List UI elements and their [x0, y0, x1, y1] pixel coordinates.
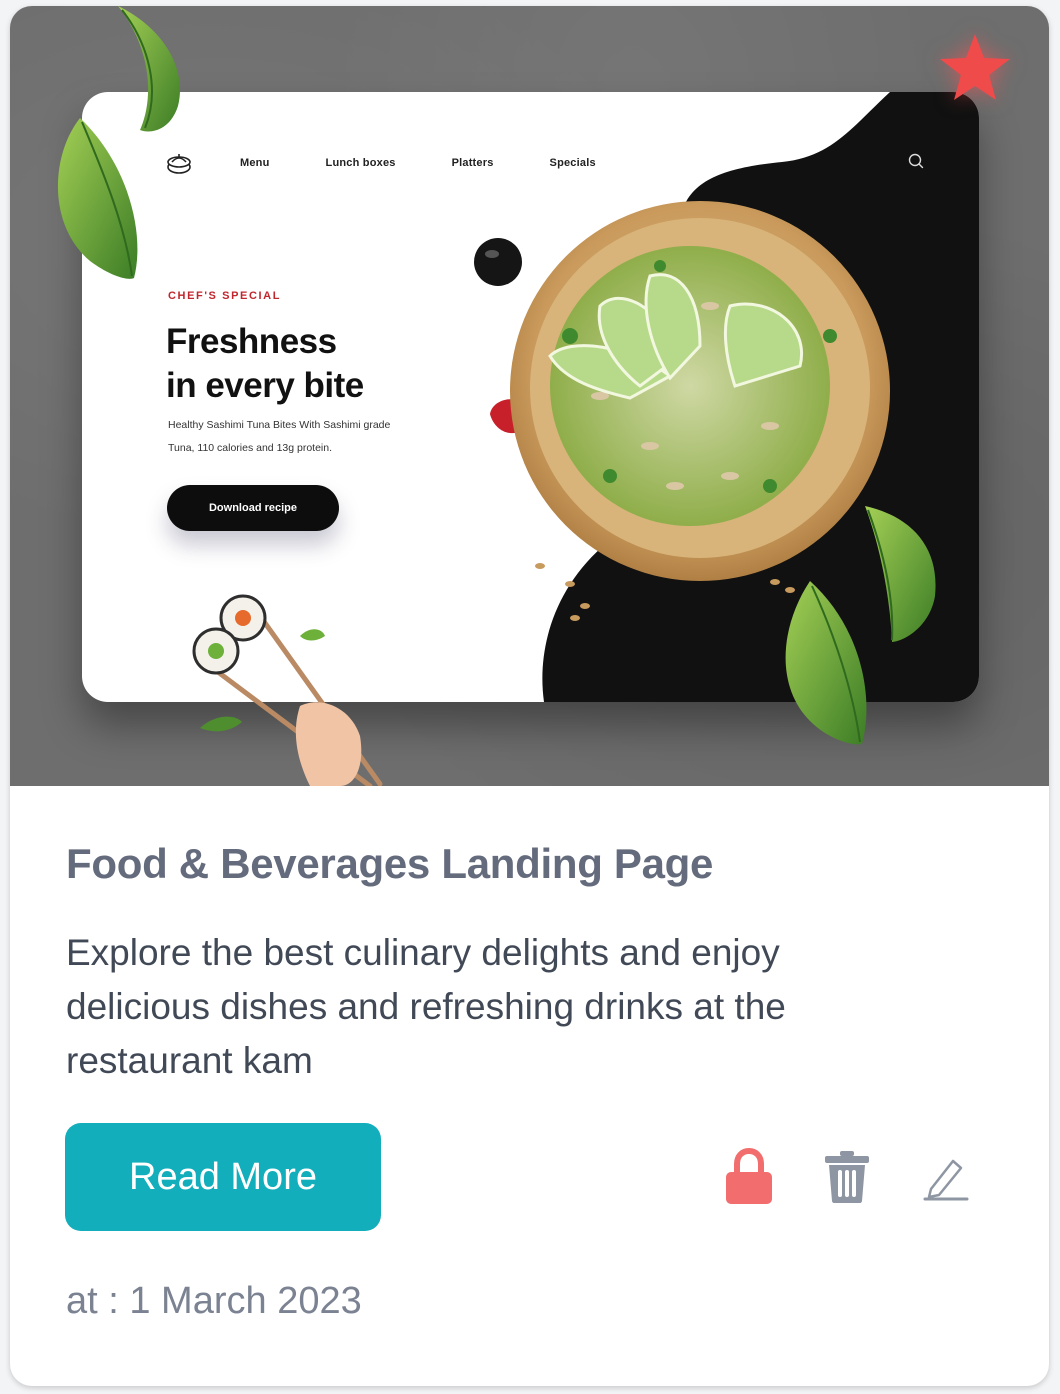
lock-button[interactable] [721, 1146, 777, 1208]
search-icon [908, 153, 924, 169]
mockup-eyebrow: CHEF'S SPECIAL [168, 290, 282, 302]
headline-line-2: in every bite [166, 366, 364, 405]
dumpling-steamer-logo [167, 154, 191, 174]
project-card: Menu Lunch boxes Platters Specials CHEF'… [10, 6, 1049, 1386]
mockup-navbar: Menu Lunch boxes Platters Specials [166, 148, 652, 178]
preview-image[interactable]: Menu Lunch boxes Platters Specials CHEF'… [10, 6, 1049, 786]
star-icon[interactable] [938, 32, 1012, 102]
mockup-subtext: Healthy Sashimi Tuna Bites With Sashimi … [168, 414, 428, 460]
created-date: at : 1 March 2023 [66, 1280, 362, 1322]
mockup-nav-lunch-boxes: Lunch boxes [325, 157, 396, 169]
mockup-nav-menu: Menu [240, 157, 270, 169]
subtext-line-1: Healthy Sashimi Tuna Bites With Sashimi … [168, 419, 391, 431]
card-title: Food & Beverages Landing Page [66, 840, 714, 887]
landing-page-mockup: Menu Lunch boxes Platters Specials CHEF'… [82, 92, 979, 702]
trash-icon [825, 1151, 869, 1203]
mockup-download-button: Download recipe [167, 485, 339, 531]
headline-line-1: Freshness [166, 322, 337, 361]
card-description: Explore the best culinary delights and e… [66, 932, 786, 1081]
read-more-button[interactable]: Read More [65, 1123, 381, 1231]
mockup-nav-specials: Specials [549, 157, 596, 169]
subtext-line-2: Tuna, 110 calories and 13g protein. [168, 442, 333, 454]
mockup-nav-platters: Platters [451, 157, 494, 169]
edit-icon [923, 1159, 969, 1201]
edit-button[interactable] [918, 1146, 974, 1208]
lock-icon [726, 1148, 772, 1204]
mockup-headline: Freshness in every bite [166, 320, 364, 408]
delete-button[interactable] [819, 1146, 875, 1208]
